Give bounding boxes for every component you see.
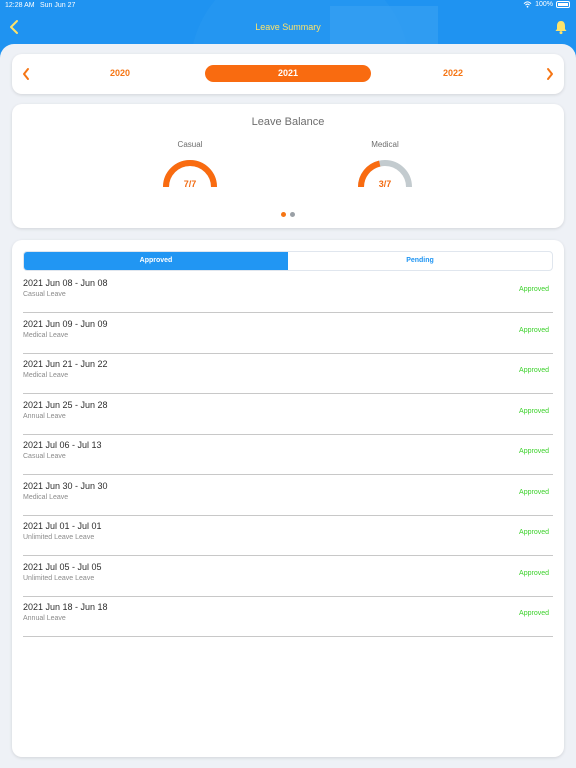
- list-item[interactable]: 2021 Jun 08 - Jun 08 Casual Leave Approved: [23, 273, 553, 313]
- tab-approved[interactable]: Approved: [24, 252, 288, 270]
- gauge-label-medical: Medical: [371, 140, 399, 149]
- chevron-left-icon[interactable]: [21, 67, 31, 81]
- leave-type: Medical Leave: [23, 493, 69, 501]
- leave-dates: 2021 Jul 01 - Jul 01: [23, 521, 102, 531]
- leave-balance-card: Leave Balance Casual 7/7 Medical 3/7: [12, 104, 564, 228]
- leave-dates: 2021 Jun 21 - Jun 22: [23, 359, 108, 369]
- leave-dates: 2021 Jun 09 - Jun 09: [23, 318, 108, 329]
- list-item[interactable]: 2021 Jun 25 - Jun 28 Annual Leave Approved: [23, 395, 553, 435]
- page-title: Leave Summary: [255, 22, 321, 32]
- status-badge: Approved: [519, 367, 549, 374]
- gauge-value-medical: 3/7: [378, 179, 392, 189]
- status-badge: Approved: [519, 286, 549, 293]
- page-dot-2[interactable]: [290, 212, 295, 217]
- list-item[interactable]: 2021 Jul 01 - Jul 01 Unlimited Leave Leav…: [23, 516, 553, 556]
- status-time: 12:28 AM: [5, 2, 35, 9]
- list-item[interactable]: 2021 Jun 30 - Jun 30 Medical Leave Approve…: [23, 476, 553, 516]
- status-right: 100%: [523, 1, 570, 8]
- status-badge: Approved: [519, 407, 549, 415]
- tab-pending[interactable]: Pending: [288, 252, 552, 270]
- gauge-value-casual: 7/7: [183, 179, 197, 189]
- list-item[interactable]: 2021 Jul 05 - Jul 05 Unlimited Leave Leav…: [23, 557, 553, 597]
- battery-percent: 100%: [535, 1, 553, 8]
- year-current[interactable]: 2021: [205, 65, 371, 82]
- gauge-label-casual: Casual: [177, 140, 203, 149]
- status-badge: Approved: [519, 326, 549, 334]
- status-date: Sun Jun 27: [40, 2, 76, 9]
- leave-type: Unlimited Leave Leave: [23, 574, 95, 582]
- leave-dates: 2021 Jun 08 - Jun 08: [23, 278, 108, 288]
- leave-dates: 2021 Jun 30 - Jun 30: [23, 480, 108, 491]
- list-item[interactable]: 2021 Jun 18 - Jun 18 Annual Leave Approved: [23, 597, 553, 637]
- status-tabs: Approved Pending: [23, 251, 553, 271]
- year-next[interactable]: 2022: [443, 68, 463, 78]
- leave-list-card: Approved Pending 2021 Jun 08 - Jun 08 Cas…: [12, 240, 564, 757]
- leave-balance-title: Leave Balance: [251, 116, 325, 128]
- status-badge: Approved: [519, 529, 549, 536]
- list-item[interactable]: 2021 Jun 21 - Jun 22 Medical Leave Approve…: [23, 354, 553, 394]
- leave-type: Medical Leave: [23, 372, 69, 379]
- status-bar: 12:28 AM Sun Jun 27 100%: [0, 0, 576, 12]
- navbar: Leave Summary: [0, 14, 576, 40]
- status-badge: Approved: [519, 448, 549, 455]
- status-badge: Approved: [519, 610, 549, 617]
- leave-type: Unlimited Leave Leave: [23, 534, 95, 541]
- battery-icon: [556, 1, 570, 8]
- wifi-icon: [523, 1, 532, 8]
- bell-icon[interactable]: [554, 19, 568, 35]
- status-badge: Approved: [519, 569, 549, 577]
- leave-type: Casual Leave: [23, 291, 66, 298]
- leave-type: Annual Leave: [23, 615, 66, 622]
- page-dot-1[interactable]: [281, 212, 286, 217]
- list-item[interactable]: 2021 Jun 09 - Jun 09 Medical Leave Approve…: [23, 314, 553, 354]
- leave-type: Annual Leave: [23, 412, 66, 420]
- leave-dates: 2021 Jul 06 - Jul 13: [23, 440, 102, 450]
- list-item[interactable]: 2021 Jul 06 - Jul 13 Casual Leave Approved: [23, 435, 553, 475]
- year-prev[interactable]: 2020: [110, 68, 130, 78]
- chevron-right-icon[interactable]: [545, 67, 555, 81]
- status-badge: Approved: [519, 488, 549, 496]
- leave-dates: 2021 Jul 05 - Jul 05: [23, 561, 102, 572]
- leave-type: Medical Leave: [23, 331, 69, 339]
- leave-dates: 2021 Jun 18 - Jun 18: [23, 602, 108, 612]
- leave-dates: 2021 Jun 25 - Jun 28: [23, 399, 108, 410]
- leave-type: Casual Leave: [23, 453, 66, 460]
- year-selector: 2020 2021 2022: [12, 54, 564, 94]
